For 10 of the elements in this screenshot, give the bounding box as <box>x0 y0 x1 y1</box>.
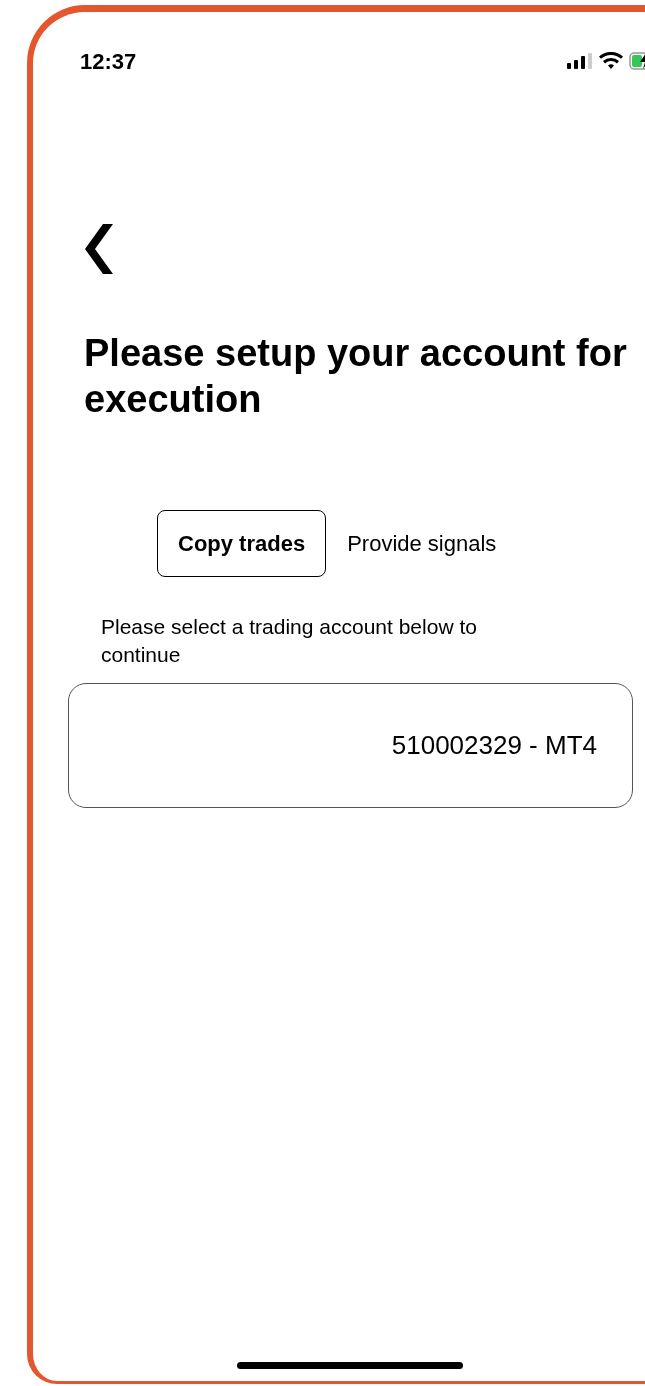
segment-tab[interactable]: Copy trades <box>157 510 327 577</box>
signal-icon <box>567 53 593 69</box>
chevron-left-icon <box>85 224 115 274</box>
account-option[interactable]: 510002329 - MT4 <box>68 683 633 808</box>
segment-tab[interactable]: Provide signals <box>346 510 498 577</box>
wifi-icon <box>599 52 623 70</box>
instruction-text: Please select a trading account below to continue <box>101 614 478 668</box>
page-title: Please setup your account for execution <box>84 331 627 422</box>
back-button[interactable] <box>85 224 115 274</box>
status-time: 12:37 <box>80 47 137 76</box>
